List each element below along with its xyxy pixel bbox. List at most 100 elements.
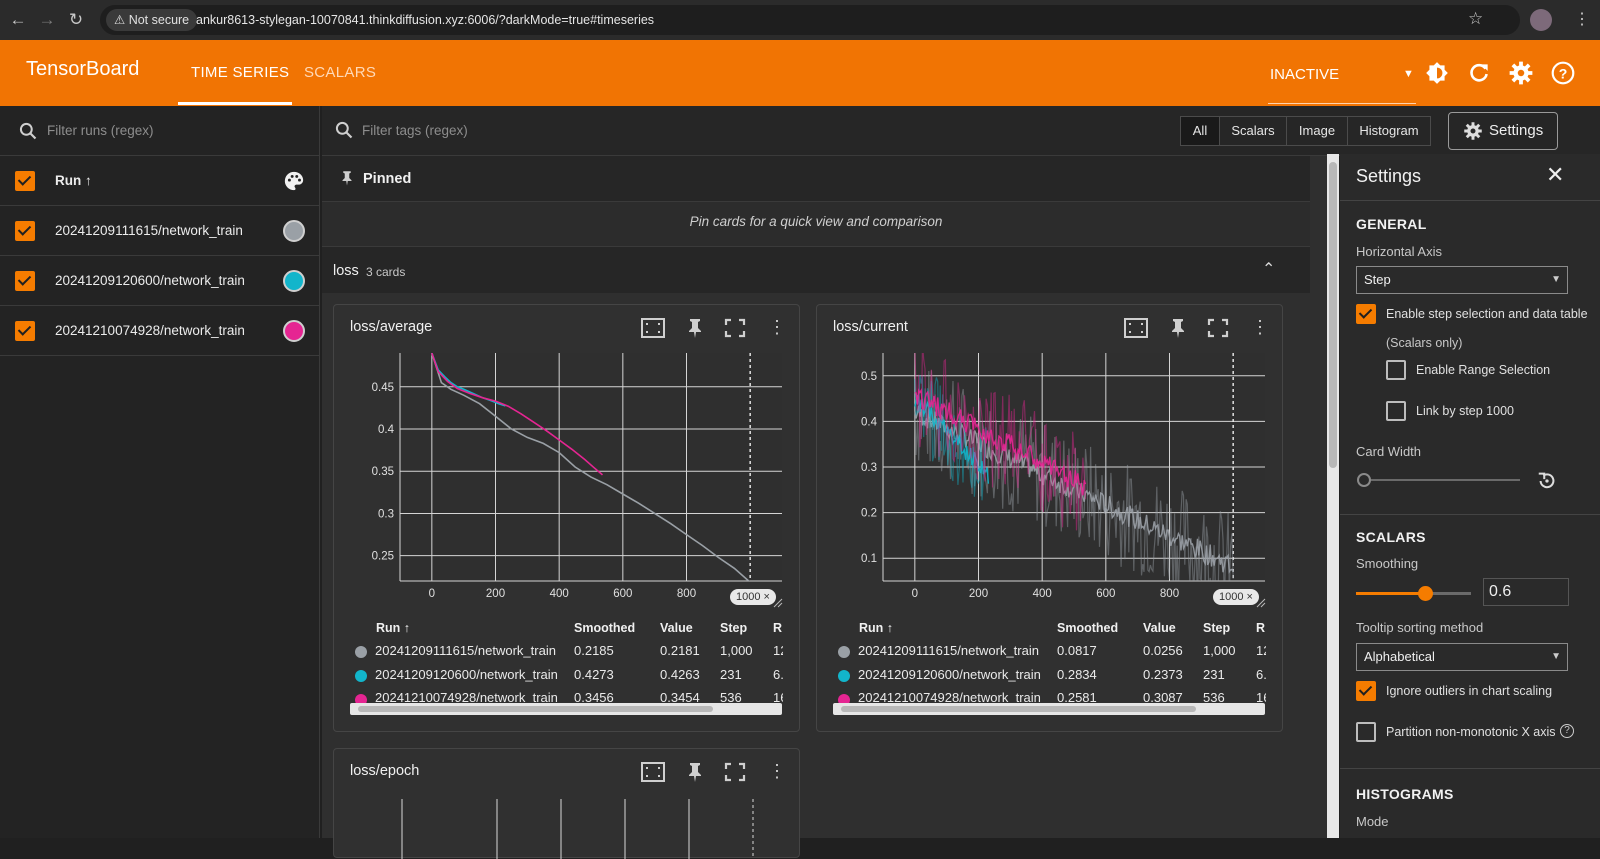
back-icon[interactable]: ← <box>6 8 30 32</box>
pin-card-icon[interactable] <box>682 317 708 339</box>
filter-histogram-button[interactable]: Histogram <box>1347 116 1431 146</box>
smoothing-slider-thumb[interactable] <box>1418 586 1433 601</box>
card-title: loss/epoch <box>350 763 420 779</box>
tag-filter-input[interactable]: Filter tags (regex) <box>362 123 468 138</box>
enable-step-selection-checkbox[interactable] <box>1356 304 1376 324</box>
runs-filter-placeholder: Filter runs (regex) <box>47 123 154 138</box>
run-row[interactable]: 20241209120600/network_train <box>0 256 320 306</box>
filter-image-button[interactable]: Image <box>1286 116 1348 146</box>
more-vert-icon[interactable]: ⋮ <box>764 317 790 339</box>
more-vert-icon[interactable]: ⋮ <box>764 761 790 783</box>
fit-domain-icon[interactable] <box>1123 317 1149 339</box>
reset-icon[interactable] <box>1536 470 1558 492</box>
url-text[interactable]: ankur8613-stylegan-10070841.thinkdiffusi… <box>196 5 654 35</box>
table-cell-run: 20241209120600/network_train <box>375 667 558 682</box>
app-header: TensorBoard TIME SERIES SCALARS INACTIVE… <box>0 40 1600 106</box>
run-row[interactable]: 20241209111615/network_train <box>0 206 320 256</box>
horizontal-axis-select[interactable]: Step ▼ <box>1356 266 1568 294</box>
tab-scalars[interactable]: SCALARS <box>304 64 376 81</box>
fullscreen-icon[interactable] <box>722 317 748 339</box>
table-cell-step: 536 <box>720 690 742 703</box>
fit-domain-icon[interactable] <box>640 317 666 339</box>
tooltip-sort-select[interactable]: Alphabetical ▼ <box>1356 643 1568 671</box>
forward-icon[interactable]: → <box>35 8 59 32</box>
table-cell-step: 1,000 <box>720 643 753 658</box>
run-column-header[interactable]: Run ↑ <box>55 173 92 188</box>
table-cell-smoothed: 0.2581 <box>1057 690 1097 703</box>
chart-svg[interactable]: 0.25 0.3 0.35 0.4 0.45 0 200 400 600 800 <box>350 347 790 609</box>
y-tick-label: 0.1 <box>861 553 877 565</box>
enable-range-selection-checkbox[interactable] <box>1386 360 1406 380</box>
more-vert-icon[interactable]: ⋮ <box>1247 317 1273 339</box>
step-badge[interactable]: 1000 × <box>1213 589 1259 605</box>
fullscreen-icon[interactable] <box>722 761 748 783</box>
fit-domain-icon[interactable] <box>640 761 666 783</box>
card-group-header[interactable]: loss 3 cards ⌃ <box>322 247 1310 293</box>
run-row[interactable]: 20241210074928/network_train <box>0 306 320 356</box>
table-header-run[interactable]: Run ↑ <box>376 621 410 635</box>
run-checkbox[interactable] <box>15 221 35 241</box>
settings-button[interactable]: Settings <box>1448 112 1558 150</box>
table-header-value: Value <box>1143 621 1176 635</box>
run-color-swatch[interactable] <box>283 320 305 342</box>
reload-icon[interactable]: ↻ <box>64 8 88 32</box>
group-card-count: 3 cards <box>366 265 406 279</box>
address-bar[interactable]: ⚠ Not secure ankur8613-stylegan-10070841… <box>100 5 1520 35</box>
ignore-outliers-checkbox[interactable] <box>1356 681 1376 701</box>
select-all-runs-checkbox[interactable] <box>15 171 35 191</box>
smoothing-value-input[interactable]: 0.6 <box>1483 578 1569 606</box>
y-tick-label: 0.4 <box>378 424 395 436</box>
run-color-swatch[interactable] <box>283 270 305 292</box>
table-cell-value: 0.0256 <box>1143 643 1183 658</box>
filter-scalars-button[interactable]: Scalars <box>1219 116 1287 146</box>
settings-gear-icon[interactable] <box>1508 60 1534 86</box>
smoothing-slider-track[interactable] <box>1356 586 1471 601</box>
table-cell-run: 20241209111615/network_train <box>375 643 556 658</box>
browser-menu-icon[interactable]: ⋮ <box>1574 9 1590 29</box>
run-name: 20241210074928/network_train <box>55 323 245 338</box>
svg-text:?: ? <box>1559 65 1568 81</box>
tab-time-series[interactable]: TIME SERIES <box>191 64 289 81</box>
palette-icon[interactable] <box>283 170 305 192</box>
collapse-chevron-icon[interactable]: ⌃ <box>1262 259 1275 279</box>
scrollbar-thumb[interactable] <box>358 706 713 712</box>
link-by-step-label: Link by step 1000 <box>1416 404 1514 418</box>
table-cell-value: 0.4263 <box>660 667 700 682</box>
security-chip[interactable]: ⚠ Not secure <box>106 9 198 31</box>
pin-card-icon[interactable] <box>682 761 708 783</box>
table-header-run[interactable]: Run ↑ <box>859 621 893 635</box>
plugin-selector-label: INACTIVE <box>1270 66 1340 83</box>
main-vertical-scrollbar[interactable] <box>1327 154 1339 838</box>
run-checkbox[interactable] <box>15 321 35 341</box>
help-icon[interactable]: ? <box>1550 60 1576 86</box>
close-icon[interactable]: ✕ <box>1546 162 1564 188</box>
x-tick-label: 600 <box>613 588 632 600</box>
scrollbar-thumb[interactable] <box>1329 162 1337 468</box>
plugin-selector[interactable]: INACTIVE ▼ <box>1268 58 1416 104</box>
y-tick-label: 0.5 <box>861 371 877 383</box>
runs-pane: Filter runs (regex) Run ↑ 20241209111615… <box>0 106 320 838</box>
run-checkbox[interactable] <box>15 271 35 291</box>
step-badge[interactable]: 1000 × <box>730 589 776 605</box>
card-width-slider-track[interactable] <box>1364 479 1520 481</box>
table-horizontal-scrollbar[interactable] <box>350 703 782 715</box>
card-width-slider-thumb[interactable] <box>1357 473 1371 487</box>
filter-all-button[interactable]: All <box>1180 116 1220 146</box>
scrollbar-thumb[interactable] <box>841 706 1196 712</box>
chart-svg[interactable]: 0.1 0.2 0.3 0.4 0.5 0 200 400 600 800 <box>833 347 1273 609</box>
table-horizontal-scrollbar[interactable] <box>833 703 1265 715</box>
bookmark-star-icon[interactable]: ☆ <box>1468 9 1483 29</box>
link-by-step-checkbox[interactable] <box>1386 401 1406 421</box>
theme-toggle-icon[interactable] <box>1424 60 1450 86</box>
table-cell-value: 0.3087 <box>1143 690 1183 703</box>
table-cell-step: 231 <box>720 667 742 682</box>
card-title: loss/current <box>833 319 908 335</box>
runs-filter[interactable]: Filter runs (regex) <box>0 106 320 156</box>
refresh-icon[interactable] <box>1466 60 1492 86</box>
run-color-swatch[interactable] <box>283 220 305 242</box>
partition-checkbox[interactable] <box>1356 722 1376 742</box>
pin-card-icon[interactable] <box>1165 317 1191 339</box>
profile-avatar[interactable] <box>1530 9 1552 31</box>
fullscreen-icon[interactable] <box>1205 317 1231 339</box>
help-icon[interactable]: ? <box>1560 724 1574 738</box>
